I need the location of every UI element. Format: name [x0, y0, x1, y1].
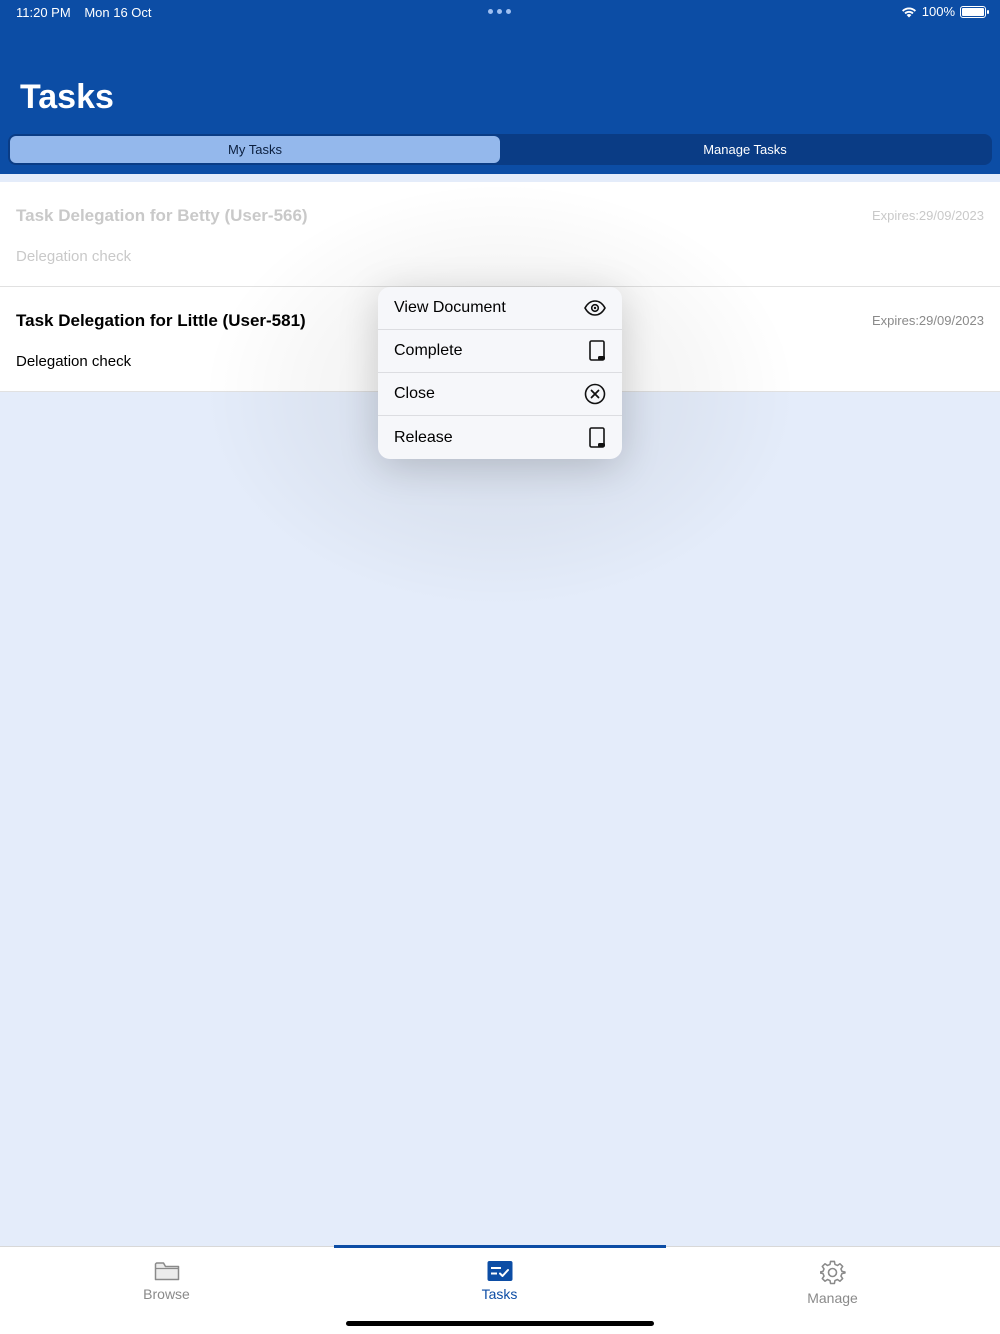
tab-label: Browse — [143, 1286, 190, 1302]
tab-tasks[interactable]: Tasks — [333, 1247, 666, 1317]
battery-percent: 100% — [921, 4, 955, 19]
tab-label: Tasks — [481, 1286, 518, 1302]
task-title: Task Delegation for Little (User-581) — [16, 311, 306, 330]
task-expiry: Expires:29/09/2023 — [871, 313, 984, 328]
menu-item-label: Release — [394, 428, 453, 446]
segment-manage-tasks[interactable]: Manage Tasks — [500, 136, 990, 163]
wifi-icon — [901, 7, 916, 17]
menu-item-close[interactable]: Close — [378, 373, 622, 416]
task-expiry: Expires:29/09/2023 — [871, 208, 984, 223]
home-indicator[interactable] — [346, 1321, 654, 1326]
task-subtitle: Delegation check — [16, 353, 132, 370]
menu-item-label: View Document — [394, 299, 506, 316]
tasks-icon — [487, 1261, 512, 1281]
close-circle-icon — [584, 383, 606, 405]
page-title: Tasks — [20, 78, 114, 116]
tab-manage[interactable]: Manage — [666, 1247, 999, 1317]
eye-icon — [584, 300, 606, 316]
status-time: 11:20 PM — [16, 5, 71, 20]
task-title: Task Delegation for Betty (User-566) — [16, 206, 308, 225]
status-bar: 11:20 PM Mon 16 Oct 100% — [0, 0, 1000, 24]
folder-icon — [154, 1262, 179, 1281]
task-row[interactable]: Task Delegation for Betty (User-566) Del… — [0, 182, 1000, 287]
multitasking-dots-icon[interactable] — [488, 9, 511, 14]
task-subtitle: Delegation check — [16, 248, 132, 265]
gear-icon — [819, 1260, 846, 1285]
tablet-icon — [589, 340, 605, 361]
segmented-control: My Tasks Manage Tasks — [8, 134, 992, 165]
tab-browse[interactable]: Browse — [0, 1247, 333, 1317]
segment-my-tasks[interactable]: My Tasks — [10, 136, 500, 163]
context-menu: View Document Complete Close Release — [378, 287, 622, 459]
menu-item-release[interactable]: Release — [378, 416, 622, 459]
status-date: Mon 16 Oct — [84, 5, 152, 20]
menu-item-view-document[interactable]: View Document — [378, 287, 622, 330]
header: 11:20 PM Mon 16 Oct 100% Tasks My Tasks … — [0, 0, 1000, 174]
menu-item-label: Close — [394, 385, 435, 402]
menu-item-complete[interactable]: Complete — [378, 330, 622, 373]
tab-label: Manage — [807, 1290, 858, 1306]
menu-item-label: Complete — [394, 342, 463, 359]
battery-icon — [960, 5, 989, 18]
tablet-icon — [589, 426, 605, 448]
